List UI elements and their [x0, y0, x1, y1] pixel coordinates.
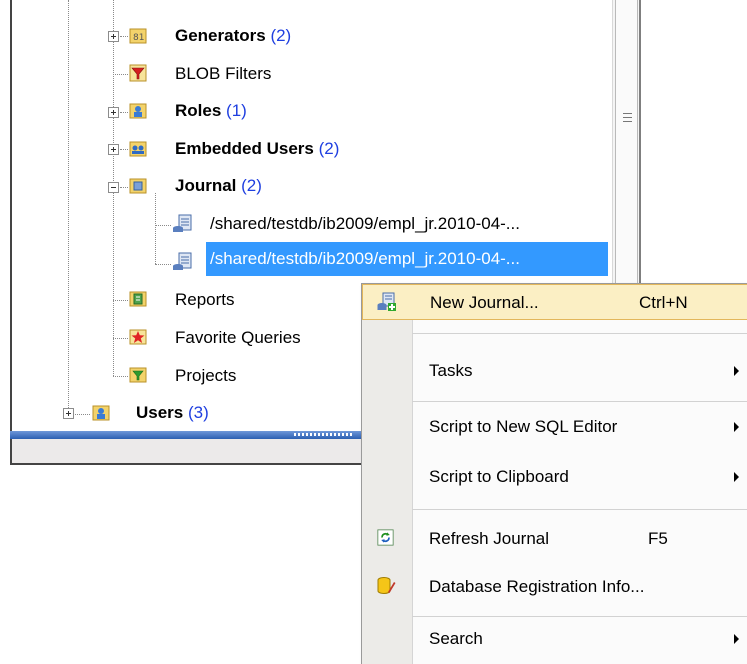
item-count: (2)	[270, 26, 292, 45]
tree-item-label: Projects	[175, 366, 237, 385]
item-count: (3)	[188, 403, 209, 422]
expand-toggle[interactable]	[108, 144, 119, 155]
tree-line	[75, 414, 90, 415]
menu-item-shortcut: F5	[648, 529, 668, 548]
menu-item-shortcut: Ctrl+N	[639, 293, 688, 312]
menu-item-label: Script to New SQL Editor	[429, 417, 618, 436]
menu-item-database-registration-info[interactable]: Database Registration Info...	[362, 569, 747, 605]
tree-line	[120, 112, 128, 113]
item-count: (2)	[241, 176, 262, 195]
menu-item-new-journal[interactable]: New Journal... Ctrl+N	[362, 284, 747, 320]
item-count: (2)	[318, 139, 340, 158]
tree-line	[113, 74, 128, 75]
tree-item-label: Generators	[175, 26, 266, 45]
splitter-grip-icon	[294, 433, 352, 436]
tree-line	[120, 36, 128, 37]
submenu-arrow-icon	[734, 366, 739, 376]
tree-line	[155, 193, 156, 264]
favorite-queries-icon	[129, 329, 147, 345]
refresh-icon	[377, 529, 394, 546]
generators-icon: 81	[129, 28, 147, 44]
users-icon	[92, 405, 110, 421]
tree-line	[68, 0, 69, 408]
journal-folder-icon	[129, 178, 147, 194]
item-count: (1)	[226, 101, 247, 120]
menu-separator	[412, 616, 747, 617]
context-menu: New Journal... Ctrl+N Tasks Script to Ne…	[361, 283, 747, 664]
tree-item-label: Embedded Users	[175, 139, 314, 158]
embedded-users-icon	[129, 141, 147, 157]
submenu-arrow-icon	[734, 634, 739, 644]
menu-item-tasks[interactable]: Tasks	[362, 353, 747, 389]
new-journal-icon	[377, 292, 396, 311]
expand-toggle[interactable]	[108, 107, 119, 118]
tree-item-label: Users	[136, 403, 184, 422]
submenu-arrow-icon	[734, 422, 739, 432]
tree-line	[155, 264, 171, 265]
expand-toggle[interactable]	[63, 408, 74, 419]
menu-item-label: Script to Clipboard	[429, 467, 569, 486]
tree-line	[120, 149, 128, 150]
menu-item-label: Search	[429, 629, 483, 648]
menu-item-label: New Journal...	[430, 293, 539, 312]
menu-item-refresh-journal[interactable]: Refresh Journal F5	[362, 521, 747, 557]
roles-icon	[129, 103, 147, 119]
tree-item-label: BLOB Filters	[175, 64, 272, 83]
tree-item-label: Journal	[175, 176, 237, 195]
projects-icon	[129, 367, 147, 383]
journal-file-icon	[173, 214, 192, 232]
grip-icon	[623, 113, 632, 122]
blob-filters-icon	[129, 64, 147, 82]
menu-item-script-to-new-sql-editor[interactable]: Script to New SQL Editor	[362, 409, 747, 445]
reports-icon	[129, 291, 147, 307]
tree-line	[113, 300, 128, 301]
menu-item-label: Refresh Journal	[429, 529, 550, 548]
menu-item-script-to-clipboard[interactable]: Script to Clipboard	[362, 459, 747, 495]
tree-line	[113, 193, 114, 376]
collapse-toggle[interactable]	[108, 182, 119, 193]
tree-item-label: Roles	[175, 101, 222, 120]
submenu-arrow-icon	[734, 472, 739, 482]
menu-separator	[412, 509, 747, 510]
expand-toggle[interactable]	[108, 31, 119, 42]
menu-item-label: Database Registration Info...	[429, 577, 645, 596]
tree-item-label: /shared/testdb/ib2009/empl_jr.2010-04-..…	[210, 214, 520, 233]
tree-line	[113, 338, 128, 339]
menu-separator	[412, 333, 747, 334]
tree-item-label: /shared/testdb/ib2009/empl_jr.2010-04-..…	[206, 242, 608, 276]
database-edit-icon	[377, 577, 396, 594]
menu-item-search[interactable]: Search	[362, 621, 747, 657]
menu-item-label: Tasks	[429, 361, 473, 380]
tree-line	[155, 225, 171, 226]
svg-text:81: 81	[133, 33, 144, 43]
tree-line	[120, 187, 128, 188]
journal-file-icon	[173, 252, 192, 270]
tree-item-label: Reports	[175, 290, 235, 309]
tree-line	[113, 376, 128, 377]
tree-item-label: Favorite Queries	[175, 328, 301, 347]
menu-separator	[412, 401, 747, 402]
